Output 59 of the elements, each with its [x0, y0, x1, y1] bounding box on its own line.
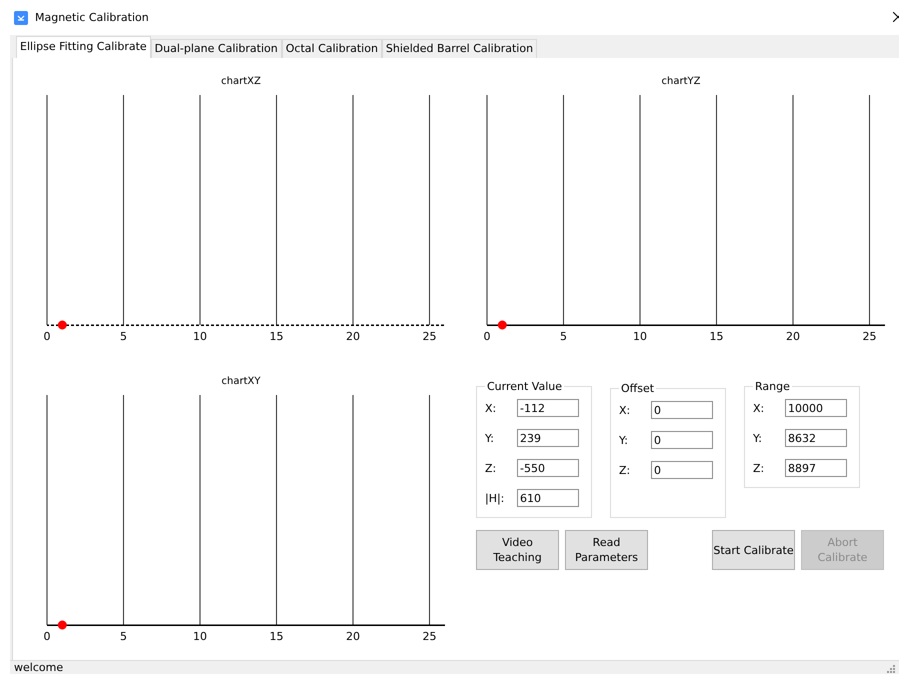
tick-label: 25: [422, 630, 436, 643]
status-text: welcome: [14, 661, 64, 674]
tab[interactable]: Shielded Barrel Calibration: [382, 39, 538, 58]
data-point: [498, 320, 507, 330]
group-title: Range: [754, 380, 791, 393]
input-field[interactable]: 0: [651, 401, 713, 419]
resize-grip-icon[interactable]: [885, 662, 895, 672]
field-label: Z:: [619, 464, 632, 476]
chart-title: chartXY: [222, 376, 260, 387]
tab[interactable]: Ellipse Fitting Calibrate: [16, 36, 151, 58]
tick-label: 5: [560, 330, 567, 343]
tick-label: 20: [786, 330, 800, 343]
field-label: Y:: [753, 432, 763, 444]
group-title: Current Value: [486, 380, 564, 393]
field-label: X:: [753, 402, 766, 414]
data-point: [58, 320, 67, 330]
tick-label: 0: [44, 330, 50, 343]
field-label: X:: [485, 402, 498, 414]
input-field[interactable]: -550: [517, 459, 579, 477]
tick-label: 5: [120, 330, 127, 343]
tick-label: 15: [710, 330, 724, 343]
input-field[interactable]: 8632: [785, 429, 847, 447]
tick-label: 10: [633, 330, 647, 343]
input-field[interactable]: 0: [651, 431, 713, 449]
tick-label: 20: [346, 630, 360, 643]
data-point: [58, 620, 67, 630]
tab[interactable]: Octal Calibration: [282, 39, 382, 58]
input-field[interactable]: -112: [517, 399, 579, 417]
action-button[interactable]: Video Teaching: [476, 530, 559, 570]
tick-label: 0: [484, 330, 490, 343]
input-field[interactable]: 8897: [785, 459, 847, 477]
field-label: Z:: [753, 462, 766, 474]
tab[interactable]: Dual-plane Calibration: [150, 39, 282, 58]
input-field[interactable]: 0: [651, 461, 713, 479]
input-field[interactable]: 610: [517, 489, 579, 507]
field-label: X:: [619, 404, 632, 416]
action-button[interactable]: Start Calibrate: [712, 530, 795, 570]
window-title: Magnetic Calibration: [35, 11, 149, 24]
tick-label: 10: [193, 630, 207, 643]
field-label: Z:: [485, 462, 498, 474]
chart-title: chartXZ: [221, 76, 261, 87]
tick-label: 5: [120, 630, 127, 643]
tick-label: 0: [44, 630, 50, 643]
chart-title: chartYZ: [662, 76, 700, 87]
tick-label: 20: [346, 330, 360, 343]
field-label: Y:: [619, 434, 629, 446]
input-field[interactable]: 10000: [785, 399, 847, 417]
group-title: Offset: [620, 382, 656, 395]
tick-label: 25: [422, 330, 436, 343]
input-field[interactable]: 239: [517, 429, 579, 447]
app-icon: [14, 10, 28, 24]
tick-label: 15: [270, 330, 284, 343]
tick-label: 25: [862, 330, 876, 343]
field-label: |H|:: [485, 492, 506, 504]
field-label: Y:: [485, 432, 495, 444]
close-icon[interactable]: [893, 12, 899, 22]
action-button[interactable]: Read Parameters: [565, 530, 648, 570]
tick-label: 15: [270, 630, 284, 643]
tick-label: 10: [193, 330, 207, 343]
